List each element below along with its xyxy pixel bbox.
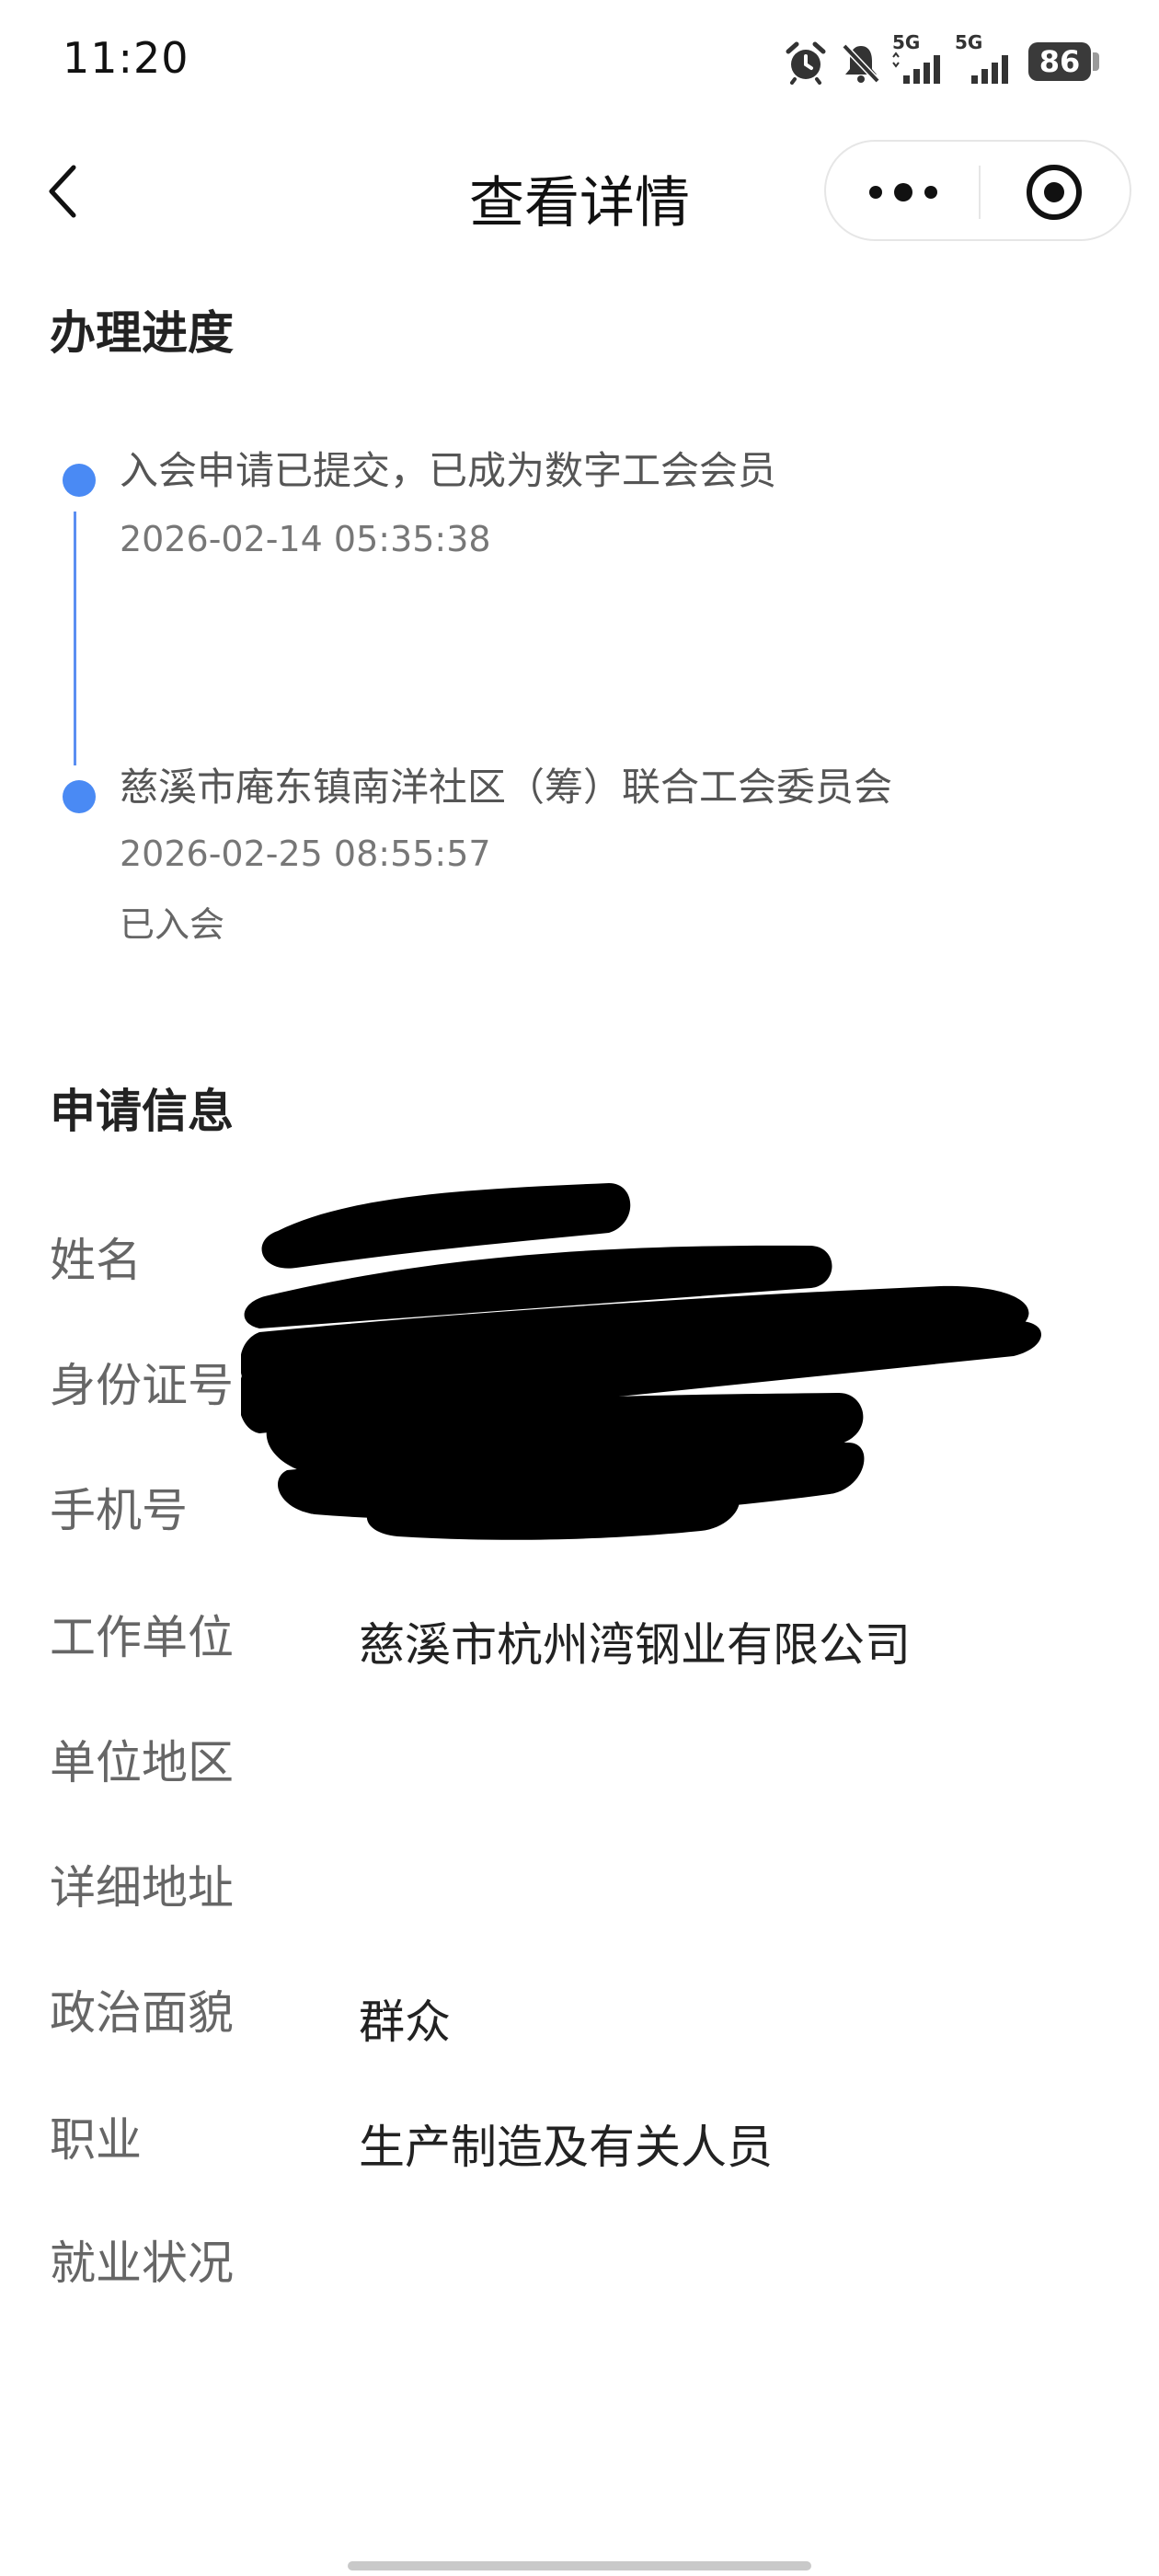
battery-tip [1093, 52, 1099, 71]
application-section-title: 申请信息 [50, 1085, 234, 1138]
signal-5g-icon [892, 52, 940, 84]
timeline-connector [74, 512, 76, 765]
id-number-label: 身份证号 [50, 1359, 234, 1412]
battery-icon: 86 [1028, 42, 1091, 81]
more-button[interactable] [826, 142, 979, 239]
occupation-value: 生产制造及有关人员 [359, 2121, 773, 2174]
signal-5g-icon [971, 55, 1008, 84]
occupation-label: 职业 [50, 2113, 142, 2167]
timeline-step-status: 已入会 [120, 904, 225, 945]
employment-status-label: 就业状况 [50, 2237, 234, 2290]
political-status-value: 群众 [359, 1995, 451, 2049]
home-indicator [348, 2561, 811, 2570]
progress-section-title: 办理进度 [50, 306, 234, 360]
name-label: 姓名 [50, 1234, 142, 1287]
close-button[interactable] [981, 142, 1130, 239]
timeline-step-date: 2026-02-25 08:55:57 [120, 834, 491, 874]
political-status-label: 政治面貌 [50, 1986, 234, 2040]
timeline-dot [63, 780, 96, 813]
target-close-icon [1027, 165, 1082, 220]
timeline-step-text: 入会申请已提交，已成为数字工会会员 [120, 448, 777, 493]
redaction-scribble [241, 1183, 1041, 1540]
address-label: 详细地址 [50, 1861, 234, 1915]
employer-region-label: 单位地区 [50, 1736, 234, 1789]
phone-label: 手机号 [50, 1484, 188, 1537]
employer-label: 工作单位 [50, 1611, 234, 1664]
5g-label: 5G [892, 31, 921, 53]
timeline-step-date: 2026-02-14 05:35:38 [120, 519, 491, 559]
mini-program-capsule [824, 140, 1131, 241]
timeline-step-text: 慈溪市庵东镇南洋社区（筹）联合工会委员会 [120, 765, 893, 810]
employer-value: 慈溪市杭州湾钢业有限公司 [359, 1618, 911, 1672]
status-time: 11:20 [63, 33, 189, 83]
timeline-dot [63, 464, 96, 497]
5g-label: 5G [955, 31, 983, 53]
more-dots-icon [869, 183, 937, 201]
mute-bell-icon [842, 43, 880, 84]
detail-page: 11:20 5G 5G 86 查看详情 办理进度 入会申请已提交，已成为数字工会… [0, 0, 1159, 2576]
alarm-icon [786, 41, 826, 85]
